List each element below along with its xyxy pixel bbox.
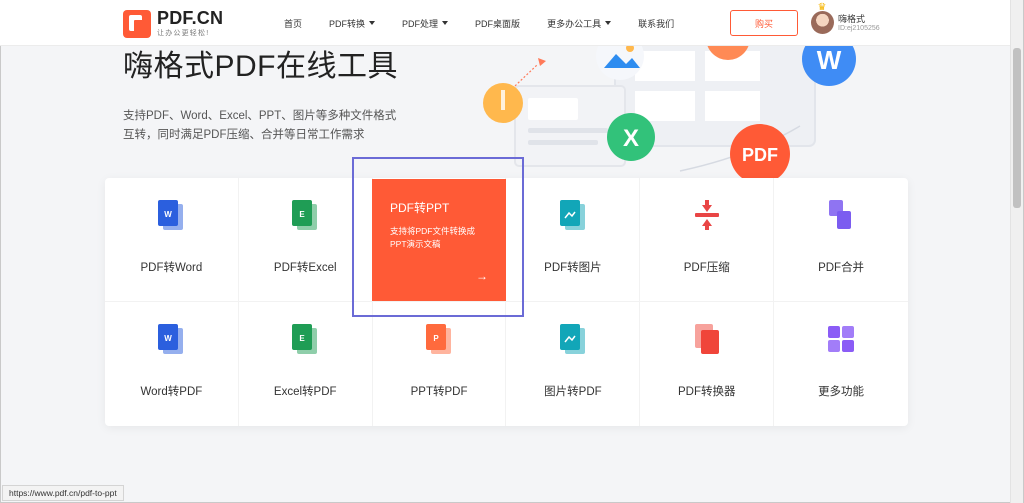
image-doc-icon — [558, 322, 588, 356]
nav-label: 更多办公工具 — [547, 18, 602, 29]
svg-text:E: E — [300, 334, 306, 343]
nav-pdf-process[interactable]: PDF处理 — [402, 17, 449, 30]
nav-contact[interactable]: 联系我们 — [638, 17, 674, 30]
compress-icon — [692, 198, 722, 232]
tool-card[interactable]: E Excel转PDF — [239, 302, 373, 426]
status-bar-url: https://www.pdf.cn/pdf-to-ppt — [2, 485, 124, 501]
nav-more-tools[interactable]: 更多办公工具 — [547, 17, 612, 30]
top-nav-bar: PDF.CN 让办公更轻松! 首页 PDF转换 PDF处理 PDF桌面版 更多办… — [0, 0, 1010, 46]
selection-highlight-box — [352, 157, 524, 317]
tool-card[interactable]: W PDF转Word — [105, 178, 239, 302]
nav-label: PDF处理 — [402, 18, 439, 29]
svg-text:W: W — [165, 210, 173, 219]
tool-label: 更多功能 — [818, 386, 865, 398]
tool-card[interactable]: PDF合并 — [774, 178, 908, 302]
tool-label: PDF转图片 — [544, 262, 602, 274]
tool-card[interactable]: PDF转图片 — [506, 178, 641, 302]
user-name[interactable]: 嗨格式 — [838, 12, 865, 25]
w-badge-text: W — [817, 46, 842, 75]
converter-icon — [692, 322, 722, 356]
x-badge-text: X — [623, 125, 639, 152]
avatar[interactable] — [811, 11, 834, 34]
caret-down-icon — [442, 21, 449, 25]
image-doc-icon — [558, 198, 588, 232]
nav-label: PDF转换 — [329, 18, 366, 29]
caret-down-icon — [605, 21, 612, 25]
logo-tagline: 让办公更轻松! — [157, 30, 210, 37]
tool-card[interactable]: P PPT转PDF — [373, 302, 507, 426]
nav-pdf-desktop[interactable]: PDF桌面版 — [475, 17, 520, 30]
tool-card[interactable]: PDF压缩 — [640, 178, 775, 302]
tool-card[interactable]: 更多功能 — [774, 302, 908, 426]
tool-label: PDF合并 — [818, 262, 865, 274]
main-nav: 首页 PDF转换 PDF处理 PDF桌面版 更多办公工具 联系我们 — [284, 0, 701, 46]
site-logo[interactable]: PDF.CN 让办公更轻松! — [123, 9, 223, 38]
svg-text:W: W — [165, 334, 173, 343]
caret-down-icon — [369, 21, 376, 25]
pdf-badge-text: PDF — [742, 145, 778, 165]
merge-icon — [826, 198, 856, 232]
tool-label: 图片转PDF — [544, 386, 602, 398]
svg-text:P: P — [433, 334, 439, 343]
nav-label: PDF桌面版 — [475, 18, 521, 29]
hero-desc-line: 支持PDF、Word、Excel、PPT、图片等多种文件格式 — [123, 110, 397, 122]
tool-label: PDF压缩 — [683, 262, 730, 274]
hero-illustration: W X PDF — [483, 46, 856, 184]
vertical-scrollbar[interactable] — [1010, 0, 1023, 503]
nav-pdf-convert[interactable]: PDF转换 — [329, 17, 376, 30]
word-doc-icon: W — [156, 198, 186, 232]
tool-label: Excel转PDF — [273, 386, 337, 398]
logo-icon — [123, 9, 151, 38]
ppt-doc-icon: P — [424, 322, 454, 356]
tool-card[interactable]: PDF转换器 — [640, 302, 775, 426]
excel-doc-icon: E — [290, 322, 320, 356]
more-grid-icon — [826, 322, 856, 356]
tool-label: PDF转Word — [140, 262, 203, 274]
scrollbar-thumb[interactable] — [1013, 48, 1021, 208]
hero-description: 支持PDF、Word、Excel、PPT、图片等多种文件格式 互转，同时满足PD… — [123, 107, 396, 145]
buy-button[interactable]: 购买 — [730, 10, 798, 36]
nav-home[interactable]: 首页 — [284, 17, 302, 30]
word-doc-icon: W — [156, 322, 186, 356]
logo-name: PDF.CN — [157, 8, 224, 28]
user-id: ID:ej2105256 — [838, 25, 880, 32]
svg-text:E: E — [300, 210, 306, 219]
nav-label: 联系我们 — [638, 18, 675, 29]
excel-doc-icon: E — [290, 198, 320, 232]
nav-label: 首页 — [284, 18, 303, 29]
tool-label: Word转PDF — [140, 386, 203, 398]
tool-label: PPT转PDF — [410, 386, 468, 398]
page-title: 嗨格式PDF在线工具 — [123, 50, 398, 83]
tool-card[interactable]: 图片转PDF — [506, 302, 641, 426]
tool-card[interactable]: W Word转PDF — [105, 302, 239, 426]
tool-label: PDF转换器 — [677, 386, 736, 398]
tool-label: PDF转Excel — [273, 262, 337, 274]
hero-desc-line: 互转，同时满足PDF压缩、合并等日常工作需求 — [123, 129, 365, 141]
